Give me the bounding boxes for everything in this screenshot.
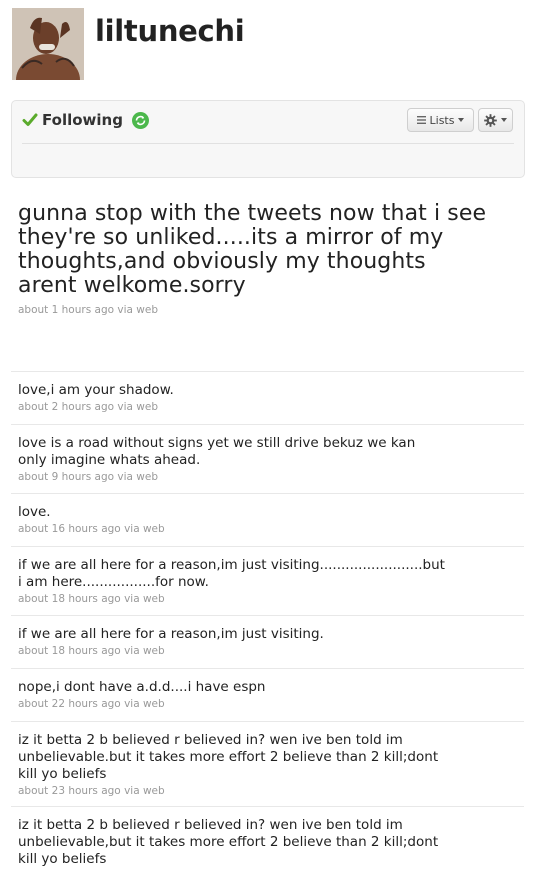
tweet-text: love. (18, 504, 51, 520)
refresh-icon[interactable] (131, 111, 149, 129)
tweet-meta: about 22 hours ago via web (18, 698, 517, 710)
tweet-meta: about 18 hours ago via web (18, 645, 517, 657)
list-item: if we are all here for a reason,im just … (11, 615, 524, 668)
list-item: if we are all here for a reason,im just … (11, 546, 524, 615)
profile-username: liltunechi (95, 14, 245, 48)
list-item: love,i am your shadow. about 2 hours ago… (11, 371, 524, 424)
list-item: nope,i dont have a.d.d....i have espn ab… (11, 668, 524, 721)
list-item: iz it betta 2 b believed r believed in? … (11, 806, 524, 874)
tweet-text: love is a road without signs yet we stil… (18, 435, 416, 468)
tweet-text: iz it betta 2 b believed r believed in? … (18, 732, 439, 782)
following-label: Following (42, 111, 123, 129)
tweet-timestamp[interactable]: about 22 hours ago (18, 698, 121, 710)
tweet-source: via web (124, 593, 165, 605)
profile-header: liltunechi (12, 8, 532, 82)
list-item: iz it betta 2 b believed r believed in? … (11, 721, 524, 806)
lists-button-label: Lists (429, 113, 455, 127)
caret-down-icon (458, 118, 465, 122)
caret-down-icon (501, 118, 507, 122)
tweet-meta: about 18 hours ago via web (18, 593, 517, 605)
tweet-text: if we are all here for a reason,im just … (18, 626, 324, 642)
actions-gear-button[interactable] (478, 108, 513, 132)
tweet-list: love,i am your shadow. about 2 hours ago… (11, 371, 524, 874)
tweet-timestamp[interactable]: about 16 hours ago (18, 523, 121, 535)
tweet-source: via web (124, 523, 165, 535)
tweet-text: nope,i dont have a.d.d....i have espn (18, 679, 266, 695)
follow-status: Following (22, 111, 149, 129)
tweet-meta: about 23 hours ago via web (18, 785, 517, 797)
tweet-text: iz it betta 2 b believed r believed in? … (18, 817, 439, 867)
tweet-timestamp[interactable]: about 2 hours ago (18, 401, 114, 413)
tweet-timestamp[interactable]: about 23 hours ago (18, 785, 121, 797)
featured-tweet-text: gunna stop with the tweets now that i se… (18, 201, 487, 298)
tweet-source: via web (124, 785, 165, 797)
tweet-source: via web (117, 304, 159, 316)
avatar-photo (12, 8, 84, 80)
lists-button[interactable]: Lists (407, 108, 474, 132)
tweet-timestamp[interactable]: about 1 hours ago (18, 304, 114, 316)
check-icon (22, 113, 38, 126)
featured-tweet-meta: about 1 hours ago via web (18, 304, 488, 316)
featured-tweet: gunna stop with the tweets now that i se… (18, 201, 488, 317)
tweet-text: if we are all here for a reason,im just … (18, 557, 445, 590)
follow-box: Following Lists (11, 100, 525, 178)
tweet-timestamp[interactable]: about 18 hours ago (18, 593, 121, 605)
list-item: love. about 16 hours ago via web (11, 493, 524, 546)
list-icon (416, 116, 426, 124)
follow-box-divider (22, 143, 514, 144)
tweet-meta: about 9 hours ago via web (18, 471, 517, 483)
tweet-timestamp[interactable]: about 9 hours ago (18, 471, 114, 483)
gear-icon (484, 113, 497, 127)
tweet-source: via web (124, 698, 165, 710)
tweet-meta: about 16 hours ago via web (18, 523, 517, 535)
tweet-source: via web (117, 471, 159, 483)
tweet-timestamp[interactable]: about 18 hours ago (18, 645, 121, 657)
tweet-text: love,i am your shadow. (18, 382, 174, 398)
avatar[interactable] (12, 8, 84, 80)
tweet-source: via web (117, 401, 159, 413)
tweet-meta: about 2 hours ago via web (18, 401, 517, 413)
list-item: love is a road without signs yet we stil… (11, 424, 524, 493)
tweet-source: via web (124, 645, 165, 657)
